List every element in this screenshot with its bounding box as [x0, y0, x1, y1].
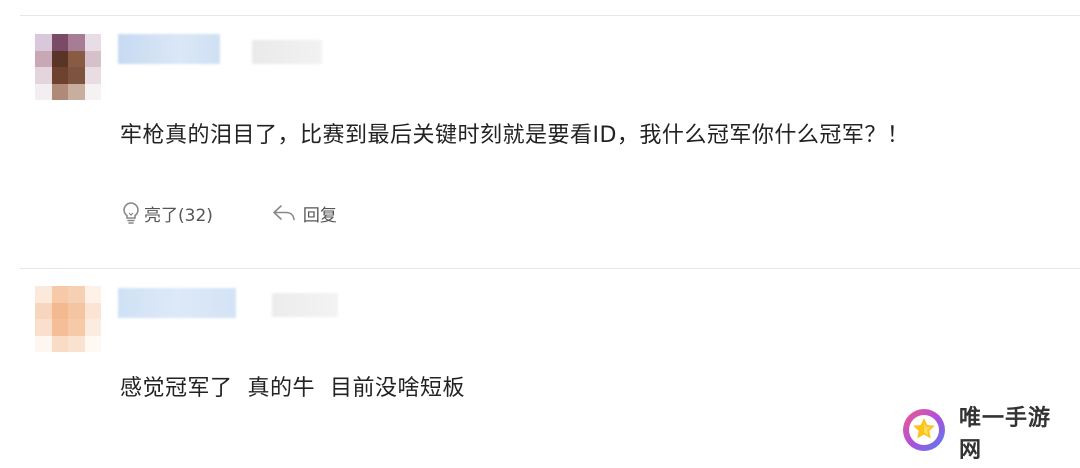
like-button[interactable]: 亮了(32) — [120, 200, 213, 226]
comment-actions: 亮了(32) 回复 — [120, 200, 337, 226]
username-blurred[interactable] — [118, 34, 220, 64]
lightbulb-icon — [120, 200, 142, 226]
avatar[interactable] — [35, 34, 101, 100]
timestamp-blurred — [252, 40, 322, 64]
reply-arrow-icon — [271, 202, 297, 224]
timestamp-blurred — [272, 293, 338, 317]
watermark-text: 唯一手游网 — [959, 406, 1052, 463]
comment-text: 感觉冠军了 真的牛 目前没啥短板 — [120, 376, 465, 401]
comment-text: 牢枪真的泪目了，比赛到最后关键时刻就是要看ID，我什么冠军你什么冠军？！ — [120, 123, 910, 148]
comment-item: 牢枪真的泪目了，比赛到最后关键时刻就是要看ID，我什么冠军你什么冠军？！ 亮了(… — [0, 0, 1080, 268]
username-blurred[interactable] — [118, 288, 236, 318]
like-count-label: 亮了(32) — [144, 205, 213, 226]
avatar[interactable] — [35, 286, 101, 352]
reply-label: 回复 — [302, 205, 337, 226]
reply-button[interactable]: 回复 — [271, 201, 337, 226]
site-watermark: 唯一手游网 — [895, 396, 1080, 468]
